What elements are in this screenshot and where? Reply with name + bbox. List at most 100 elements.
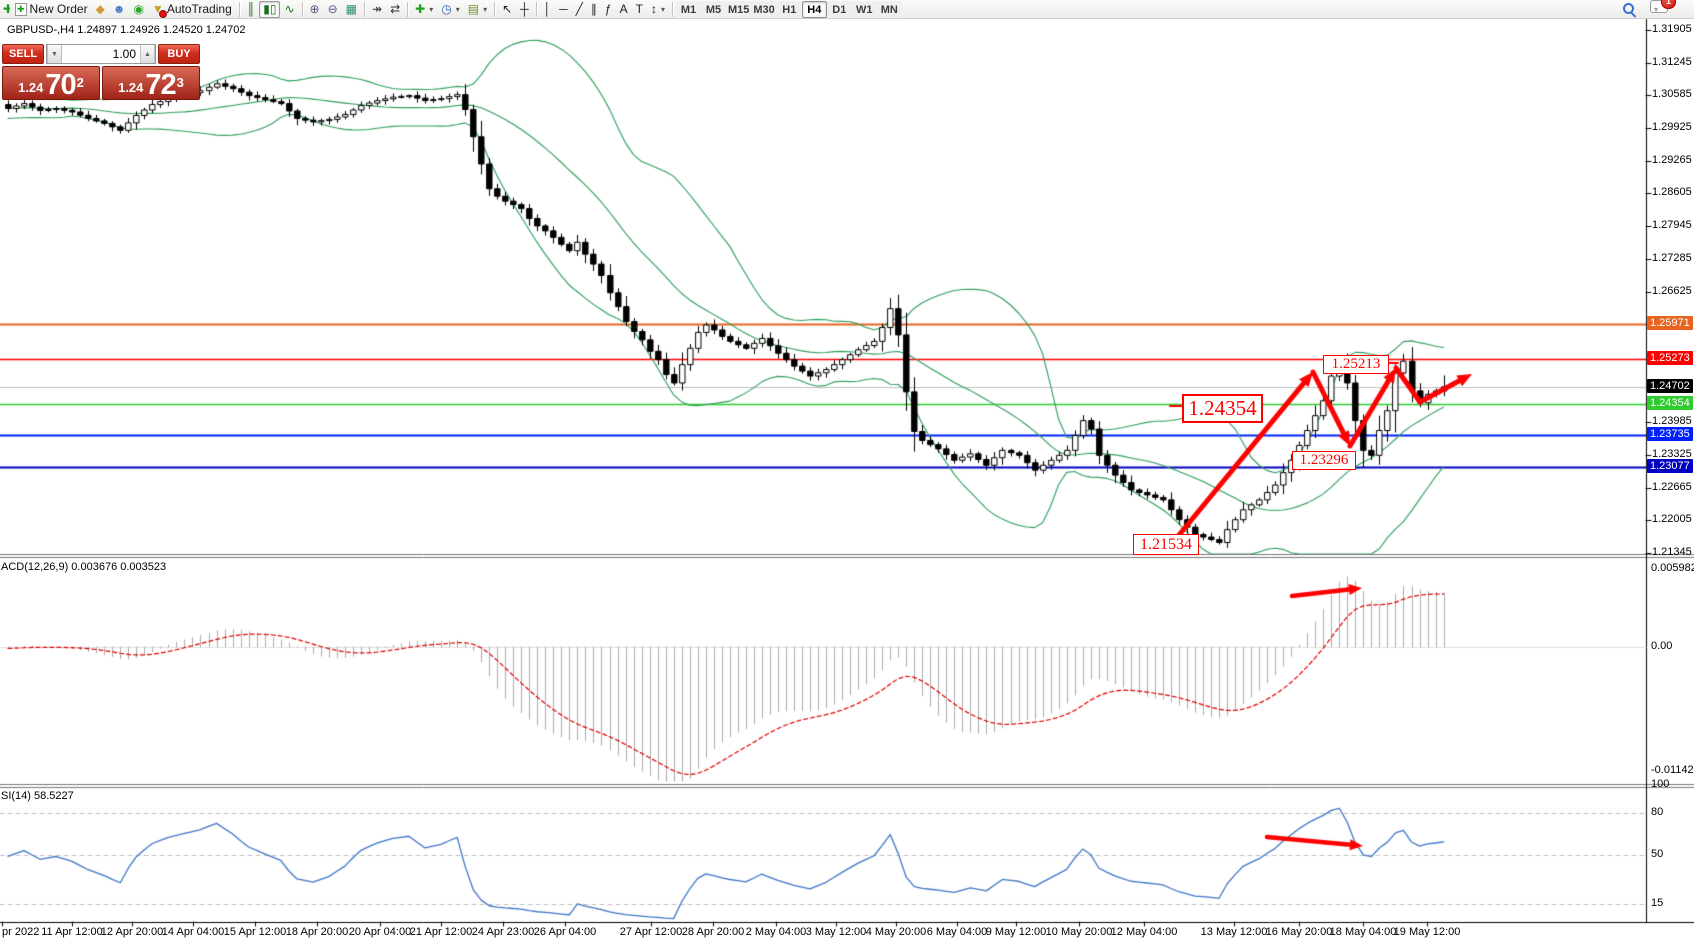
price-badge: 1.24702	[1647, 379, 1693, 393]
crosshair-icon: ┼	[520, 2, 529, 17]
timeframe-w1-button-label: W1	[856, 4, 873, 16]
arrows-button[interactable]: ↕▾	[647, 1, 669, 18]
dropdown-arrow-icon: ▾	[483, 5, 487, 14]
cursor-button[interactable]: ↖	[498, 1, 516, 18]
dropdown-arrow-icon: ▾	[661, 5, 665, 14]
chart-canvas[interactable]	[0, 0, 1694, 940]
toolbar-separator	[494, 2, 495, 17]
market-watch-button[interactable]: ☻	[109, 1, 130, 18]
search-icon[interactable]	[1623, 3, 1636, 16]
channel-button[interactable]: ∥	[587, 1, 601, 18]
candlestick-chart-button[interactable]: ▮▯	[259, 1, 280, 18]
timeframe-m1-button[interactable]: M1	[676, 1, 701, 18]
new-order-button-label: New Order	[30, 2, 88, 16]
time-axis-label: 16 May 20:00	[1266, 926, 1333, 938]
new-order-button[interactable]: ✚New Order	[11, 1, 92, 18]
toolbar: ✚✚New Order◆☻◉▼AutoTrading ║▮▯ ∿ ⊕ ⊖ ▦ ↠⇄ ✚▾◷▾▤…	[0, 0, 1694, 19]
timeframe-h1-button-label: H1	[782, 4, 796, 16]
bar-chart-button[interactable]: ║	[243, 1, 260, 18]
timeframe-d1-button[interactable]: D1	[827, 1, 852, 18]
timeframe-h4-button[interactable]: H4	[802, 1, 827, 18]
timeframe-w1-button[interactable]: W1	[852, 1, 877, 18]
time-axis-label: 24 Apr 23:00	[472, 926, 534, 938]
templates-button[interactable]: ▤▾	[464, 1, 491, 18]
linechart-icon: ∿	[284, 2, 294, 17]
metaeditor-button[interactable]: ◆	[92, 1, 109, 18]
price-badge: 1.25971	[1647, 316, 1693, 330]
time-axis-label: 18 May 04:00	[1330, 926, 1397, 938]
autotrading-status-dot	[159, 10, 167, 18]
tiles-icon: ▦	[346, 2, 357, 17]
price-badge: 1.23077	[1647, 459, 1693, 473]
bid-sup: 2	[77, 68, 84, 98]
price-tick-label: 1.22005	[1652, 513, 1692, 525]
toolbar-separator	[407, 2, 408, 17]
timeframe-h1-button[interactable]: H1	[777, 1, 802, 18]
timeframe-mn-button[interactable]: MN	[877, 1, 902, 18]
volume-decrease-button[interactable]: ▼	[47, 45, 62, 63]
text-button[interactable]: A	[616, 1, 632, 18]
text-label-button[interactable]: T	[632, 1, 647, 18]
price-badge: 1.23735	[1647, 427, 1693, 441]
toolbar-separator	[536, 2, 537, 17]
macd-scale-min: -0.011429	[1651, 764, 1694, 776]
crosshair-button[interactable]: ┼	[516, 1, 533, 18]
zoom-in-button[interactable]: ⊕	[306, 1, 324, 18]
mt4-window: ✚✚New Order◆☻◉▼AutoTrading║▮▯∿⊕⊖▦↠⇄✚▾◷▾▤…	[0, 0, 1694, 940]
zoom-out-button[interactable]: ⊖	[324, 1, 342, 18]
timeframe-m30-button[interactable]: M30	[751, 1, 776, 18]
bid-price[interactable]: 1.24 70 2	[2, 66, 100, 100]
ask-price[interactable]: 1.24 72 3	[102, 66, 200, 100]
signals-button[interactable]: ◉	[129, 1, 147, 18]
sell-button[interactable]: SELL	[2, 44, 44, 64]
time-axis-label: 6 May 04:00	[927, 926, 988, 938]
time-axis-label: 18 Apr 20:00	[286, 926, 348, 938]
trendline-button[interactable]: ╱	[572, 1, 587, 18]
volume-input[interactable]	[62, 45, 140, 63]
line-chart-button[interactable]: ∿	[280, 1, 298, 18]
timeframe-m15-button[interactable]: M15	[726, 1, 751, 18]
buy-button[interactable]: BUY	[158, 44, 200, 64]
toolbar-separator	[364, 2, 365, 17]
chart-shift-button[interactable]: ⇄	[386, 1, 404, 18]
notification-badge: 1	[1661, 0, 1676, 9]
indicators-button[interactable]: ✚▾	[411, 1, 437, 18]
autotrading-button-label: AutoTrading	[167, 2, 232, 16]
volume-increase-button[interactable]: ▲	[140, 45, 155, 63]
horizontal-line-button[interactable]: ─	[555, 1, 572, 18]
price-tick-label: 1.28605	[1652, 186, 1692, 198]
notifications-button[interactable]: 1	[1650, 0, 1668, 18]
new-chart-button[interactable]: ✚	[2, 1, 11, 18]
periods-button[interactable]: ◷▾	[437, 1, 464, 18]
price-badge: 1.24354	[1647, 396, 1693, 410]
bid-prefix: 1.24	[18, 78, 43, 98]
time-axis-label: 11 Apr 12:00	[41, 926, 103, 938]
autotrading-button[interactable]: ▼AutoTrading	[148, 1, 236, 18]
timeframe-m5-button-label: M5	[706, 4, 721, 16]
timeframe-m1-button-label: M1	[681, 4, 696, 16]
price-tick-label: 1.27285	[1652, 252, 1692, 264]
price-tick-label: 1.30585	[1652, 88, 1692, 100]
price-annotation-label: 1.25213	[1323, 355, 1389, 374]
trendline-icon: ╱	[576, 2, 583, 17]
auto-scroll-button[interactable]: ↠	[368, 1, 386, 18]
text-icon: A	[620, 2, 628, 17]
toolbar-separator	[239, 2, 240, 17]
vertical-line-button[interactable]: │	[540, 1, 556, 18]
timeframe-d1-button-label: D1	[832, 4, 846, 16]
macd-scale-max: 0.005982	[1651, 562, 1694, 574]
ask-big: 72	[145, 72, 175, 98]
fibonacci-button[interactable]: ƒ	[601, 1, 616, 18]
dropdown-arrow-icon: ▾	[456, 5, 460, 14]
tile-windows-button[interactable]: ▦	[342, 1, 361, 18]
price-tick-label: 1.23325	[1652, 448, 1692, 460]
time-axis-label: 26 Apr 04:00	[534, 926, 596, 938]
hline-icon: ─	[559, 2, 568, 17]
time-axis-label: 12 Apr 20:00	[101, 926, 163, 938]
price-annotation-label: 1.23296	[1292, 451, 1356, 470]
rsi-level-label: 15	[1651, 897, 1663, 909]
timeframe-m5-button[interactable]: M5	[701, 1, 726, 18]
timeframe-m30-button-label: M30	[753, 4, 774, 16]
zoom-in-icon: ⊕	[310, 2, 320, 17]
label-icon: T	[636, 2, 643, 17]
